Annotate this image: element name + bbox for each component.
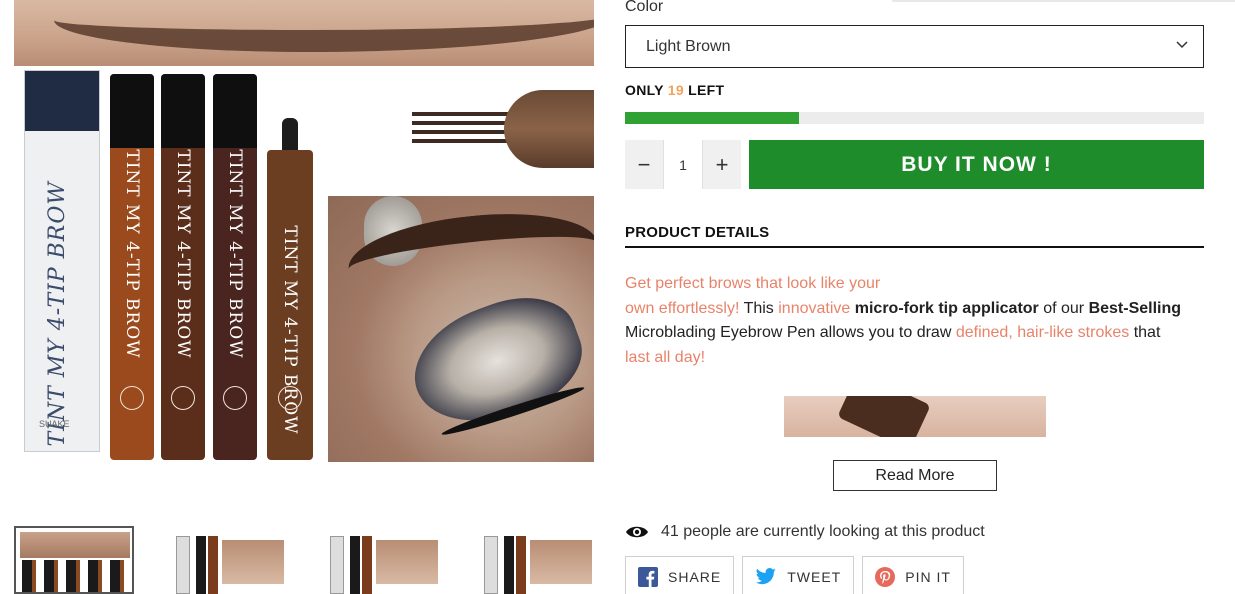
thumbnail-1[interactable] <box>14 526 134 594</box>
desc-text: defined, hair-like strokes <box>955 324 1130 341</box>
pen-label: TINT MY 4-TIP BROW <box>173 149 193 359</box>
product-main-image[interactable]: TINT MY 4-TIP BROW SUAKE TINT MY 4-TIP B… <box>14 0 594 462</box>
pen-logo-icon <box>223 386 247 410</box>
description-image <box>784 396 1046 437</box>
pinterest-share-button[interactable]: PIN IT <box>862 556 964 594</box>
box-label: TINT MY 4-TIP BROW <box>45 181 70 447</box>
pen-image-4: TINT MY 4-TIP BROW <box>267 150 313 460</box>
pen-image-1: TINT MY 4-TIP BROW <box>110 74 154 460</box>
desc-text: of our <box>1038 299 1089 317</box>
thumbnail-4[interactable] <box>476 526 596 594</box>
share-buttons: SHARE TWEET PIN IT <box>625 556 972 594</box>
details-divider <box>625 246 1204 248</box>
quantity-decrease-button[interactable]: − <box>625 140 663 189</box>
twitter-share-button[interactable]: TWEET <box>742 556 855 594</box>
chevron-down-icon <box>1176 41 1188 49</box>
desc-text: innovative <box>778 299 851 317</box>
thumbnail-2[interactable] <box>168 526 288 594</box>
pen-logo-icon <box>278 386 302 410</box>
eye-makeup-image <box>328 196 594 462</box>
desc-text: micro-fork tip applicator <box>850 299 1039 317</box>
product-description: Get perfect brows that look like your ow… <box>625 272 1185 370</box>
desc-text: Get perfect brows that look like your <box>625 275 881 292</box>
desc-text: that <box>1129 324 1161 341</box>
pen-image-2: TINT MY 4-TIP BROW <box>161 74 205 460</box>
stock-prefix: ONLY <box>625 82 664 98</box>
stock-suffix: LEFT <box>688 82 725 98</box>
desc-text: own effortlessly! <box>625 299 740 317</box>
product-gallery: TINT MY 4-TIP BROW SUAKE TINT MY 4-TIP B… <box>14 0 596 594</box>
read-more-button[interactable]: Read More <box>833 460 997 491</box>
desc-text: Microblading Eyebrow Pen allows you to d… <box>625 324 956 341</box>
eye-icon <box>626 526 648 538</box>
pen-logo-icon <box>120 386 144 410</box>
product-details-heading: PRODUCT DETAILS <box>625 224 770 241</box>
product-form: Color Light Brown ONLY 19 LEFT − 1 + BUY… <box>625 0 1205 594</box>
product-box-image: TINT MY 4-TIP BROW SUAKE <box>24 70 100 452</box>
box-brand: SUAKE <box>39 419 70 429</box>
quantity-stepper: − 1 + <box>625 140 741 189</box>
pen-logo-icon <box>171 386 195 410</box>
thumbnail-strip <box>14 526 596 594</box>
eyebrow-closeup-image <box>14 0 594 66</box>
twitter-icon <box>755 568 777 585</box>
pen-nib-icon <box>282 118 298 152</box>
buy-now-button[interactable]: BUY IT NOW ! <box>749 140 1204 189</box>
pen-label: TINT MY 4-TIP BROW <box>122 149 142 359</box>
facebook-share-button[interactable]: SHARE <box>625 556 735 594</box>
quantity-input[interactable]: 1 <box>663 140 703 189</box>
pen-image-3: TINT MY 4-TIP BROW <box>213 74 257 460</box>
desc-text: Best-Selling <box>1088 299 1182 317</box>
stock-progress-fill <box>625 112 799 124</box>
thumbnail-3[interactable] <box>322 526 442 594</box>
viewers-text: 41 people are currently looking at this … <box>661 523 985 540</box>
fork-tip-closeup-image <box>400 72 594 190</box>
stock-counter: ONLY 19 LEFT <box>625 82 724 98</box>
stock-progress-bar <box>625 112 1204 124</box>
pinterest-icon <box>875 567 896 587</box>
facebook-icon <box>638 567 658 587</box>
live-viewers: 41 people are currently looking at this … <box>625 523 985 541</box>
share-label: PIN IT <box>905 569 951 585</box>
color-select[interactable]: Light Brown <box>625 25 1204 68</box>
desc-text: This <box>739 299 779 317</box>
share-label: TWEET <box>787 569 842 585</box>
desc-text: last all day! <box>625 348 706 366</box>
stock-count: 19 <box>667 82 684 98</box>
color-label: Color <box>625 0 664 15</box>
pen-label: TINT MY 4-TIP BROW <box>225 149 245 359</box>
share-label: SHARE <box>668 569 722 585</box>
color-selected-value: Light Brown <box>646 37 731 55</box>
quantity-increase-button[interactable]: + <box>703 140 741 189</box>
